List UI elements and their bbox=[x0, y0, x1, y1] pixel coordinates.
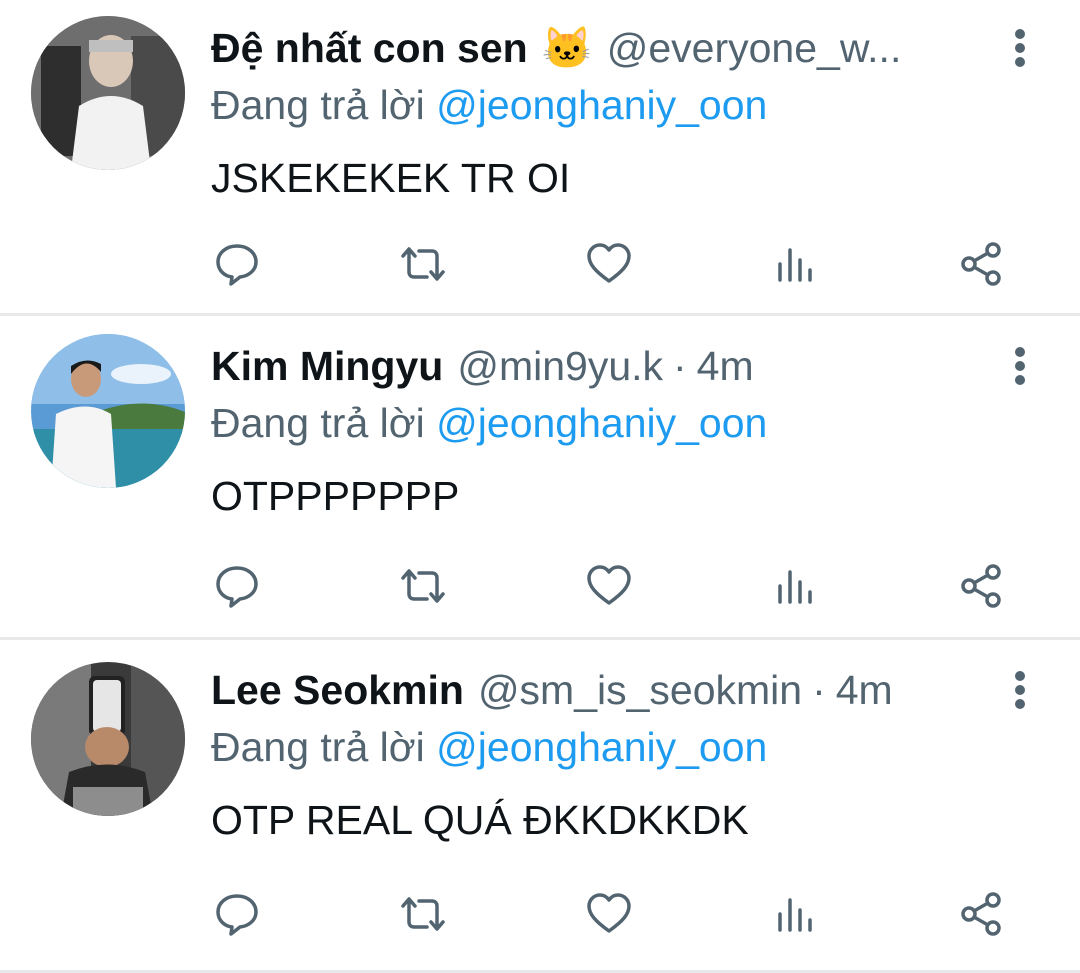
tweet-text: JSKEKEKEK TR OI bbox=[211, 155, 571, 201]
tweet-header: Đệ nhất con sen 🐱 @everyone_w... bbox=[211, 22, 991, 74]
reply-icon[interactable] bbox=[211, 560, 263, 612]
reply-prefix: Đang trả lời bbox=[211, 400, 425, 446]
tweet-actions bbox=[211, 238, 1011, 290]
tweet-text: OTPPPPPPP bbox=[211, 473, 460, 519]
retweet-icon[interactable] bbox=[397, 560, 449, 612]
reply-icon[interactable] bbox=[211, 888, 263, 940]
analytics-icon[interactable] bbox=[769, 238, 821, 290]
tweet-header: Kim Mingyu @min9yu.k · 4m bbox=[211, 340, 991, 392]
heart-icon[interactable] bbox=[583, 238, 635, 290]
tweet-item[interactable]: Đệ nhất con sen 🐱 @everyone_w... Đang tr… bbox=[0, 0, 1080, 316]
tweet-text: OTP REAL QUÁ ĐKKDKKDK bbox=[211, 797, 749, 843]
user-handle[interactable]: @everyone_w... bbox=[607, 22, 902, 74]
reply-prefix: Đang trả lời bbox=[211, 82, 425, 128]
tweet-header: Lee Seokmin @sm_is_seokmin · 4m bbox=[211, 664, 991, 716]
heart-icon[interactable] bbox=[583, 888, 635, 940]
display-name[interactable]: Đệ nhất con sen bbox=[211, 22, 528, 74]
reply-mention-link[interactable]: @jeonghaniy_oon bbox=[436, 400, 767, 446]
tweet-timestamp[interactable]: 4m bbox=[836, 664, 893, 716]
separator-dot: · bbox=[812, 667, 826, 713]
reply-context: Đang trả lời @jeonghaniy_oon bbox=[211, 80, 767, 130]
display-name[interactable]: Lee Seokmin bbox=[211, 664, 464, 716]
tweet-timestamp[interactable]: 4m bbox=[697, 340, 754, 392]
cat-emoji-icon: 🐱 bbox=[541, 25, 593, 71]
user-handle[interactable]: @min9yu.k bbox=[457, 340, 663, 392]
tweet-actions bbox=[211, 888, 1011, 940]
share-icon[interactable] bbox=[955, 560, 1007, 612]
share-icon[interactable] bbox=[955, 888, 1007, 940]
analytics-icon[interactable] bbox=[769, 888, 821, 940]
reply-icon[interactable] bbox=[211, 238, 263, 290]
avatar[interactable] bbox=[31, 16, 185, 170]
avatar[interactable] bbox=[31, 334, 185, 488]
avatar[interactable] bbox=[31, 662, 185, 816]
more-vertical-icon[interactable] bbox=[1000, 26, 1040, 70]
reply-context: Đang trả lời @jeonghaniy_oon bbox=[211, 398, 767, 448]
tweet-item[interactable]: Kim Mingyu @min9yu.k · 4m Đang trả lời @… bbox=[0, 316, 1080, 640]
user-handle[interactable]: @sm_is_seokmin bbox=[478, 664, 802, 716]
heart-icon[interactable] bbox=[583, 560, 635, 612]
reply-context: Đang trả lời @jeonghaniy_oon bbox=[211, 722, 767, 772]
share-icon[interactable] bbox=[955, 238, 1007, 290]
tweet-item[interactable]: Lee Seokmin @sm_is_seokmin · 4m Đang trả… bbox=[0, 640, 1080, 973]
more-vertical-icon[interactable] bbox=[1000, 668, 1040, 712]
more-vertical-icon[interactable] bbox=[1000, 344, 1040, 388]
separator-dot: · bbox=[673, 343, 687, 389]
tweet-actions bbox=[211, 560, 1011, 612]
analytics-icon[interactable] bbox=[769, 560, 821, 612]
retweet-icon[interactable] bbox=[397, 238, 449, 290]
retweet-icon[interactable] bbox=[397, 888, 449, 940]
reply-mention-link[interactable]: @jeonghaniy_oon bbox=[436, 82, 767, 128]
reply-mention-link[interactable]: @jeonghaniy_oon bbox=[436, 724, 767, 770]
reply-prefix: Đang trả lời bbox=[211, 724, 425, 770]
display-name[interactable]: Kim Mingyu bbox=[211, 340, 443, 392]
